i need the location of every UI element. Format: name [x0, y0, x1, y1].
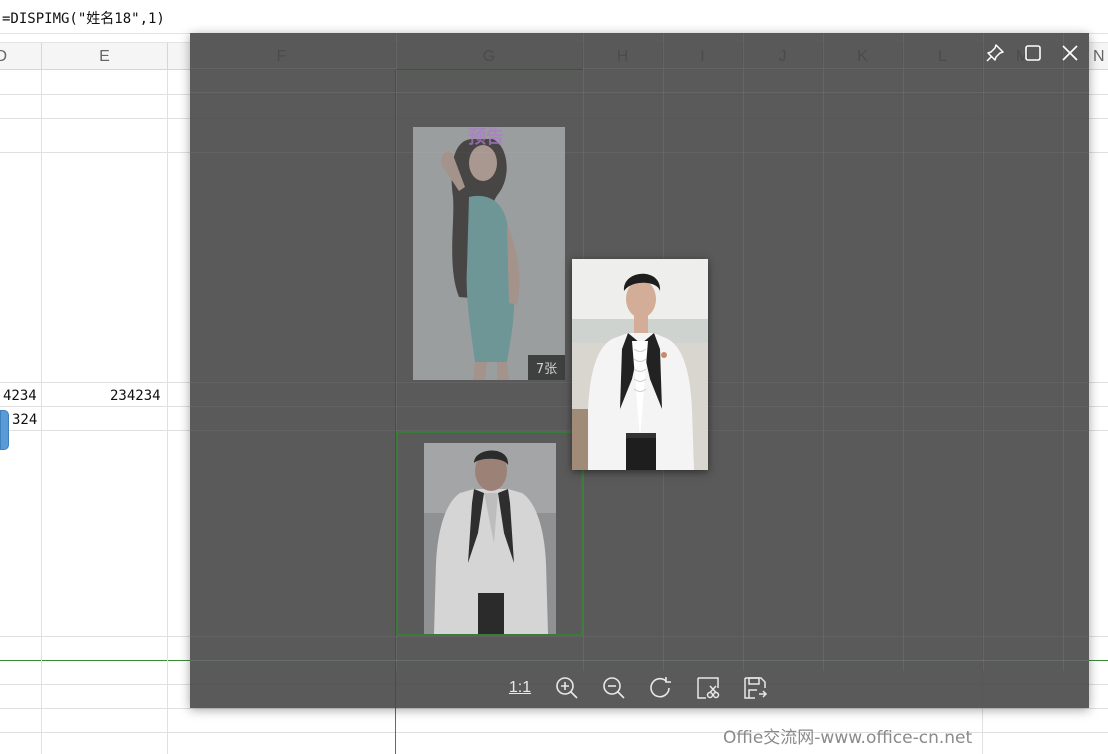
viewer-grid-line [190, 660, 1089, 661]
maximize-icon[interactable] [1021, 41, 1045, 65]
zoom-in-icon[interactable] [552, 673, 582, 703]
background-photo [413, 127, 565, 380]
column-header-e[interactable]: E [42, 43, 168, 70]
viewer-grid-line [983, 33, 984, 671]
crop-icon[interactable] [693, 673, 723, 703]
cell-photo-selected[interactable] [396, 431, 583, 636]
viewer-grid-line [190, 68, 1089, 69]
viewer-grid-line [190, 92, 1089, 93]
viewer-grid-line [190, 636, 1089, 637]
viewer-grid-line [190, 152, 1089, 153]
image-viewer[interactable]: 预告 7张 1:1 [190, 33, 1089, 708]
pin-icon[interactable] [983, 41, 1007, 65]
cell-e-value[interactable]: 234234 [110, 388, 161, 404]
viewer-grid-line [1063, 33, 1064, 671]
actual-size-button[interactable]: 1:1 [505, 673, 535, 703]
watermark: Offie交流网-www.office-cn.net [723, 728, 973, 748]
close-icon[interactable] [1058, 41, 1082, 65]
cell-d-value-2[interactable]: 324 [12, 412, 37, 428]
cell-drag-handle[interactable] [0, 410, 9, 450]
column-line [167, 70, 168, 754]
column-line [41, 70, 42, 754]
viewer-toolbar: 1:1 [190, 671, 1089, 705]
background-photo-caption: 预告 [468, 127, 504, 148]
preview-photo[interactable] [572, 259, 708, 470]
viewer-grid-line [823, 33, 824, 671]
column-header-d[interactable]: D [0, 43, 42, 70]
viewer-grid-line [903, 33, 904, 671]
cell-d-value[interactable]: 4234 [3, 388, 37, 404]
zoom-out-icon[interactable] [599, 673, 629, 703]
actual-size-label: 1:1 [508, 679, 532, 696]
image-count-badge: 7张 [528, 355, 565, 380]
rotate-icon[interactable] [646, 673, 676, 703]
save-icon[interactable] [740, 673, 770, 703]
formula-text[interactable]: =DISPIMG("姓名18",1) [2, 8, 165, 28]
formula-bar[interactable]: =DISPIMG("姓名18",1) [0, 0, 1108, 34]
viewer-grid-line [743, 33, 744, 671]
